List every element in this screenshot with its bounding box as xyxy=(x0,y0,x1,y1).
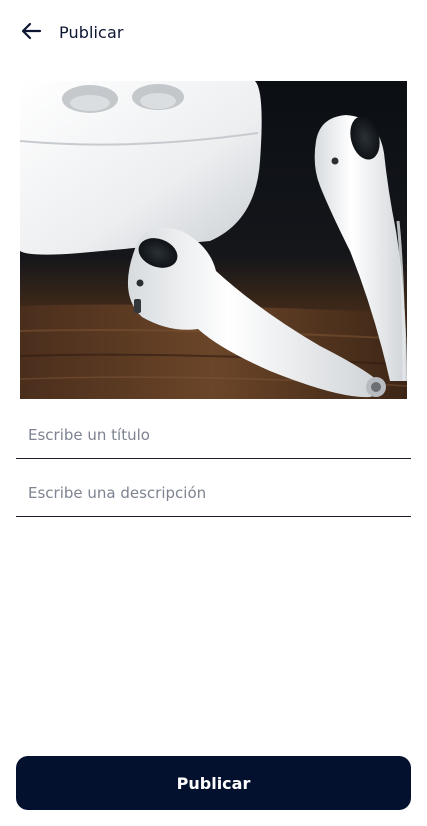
title-input[interactable] xyxy=(28,426,398,444)
description-input[interactable] xyxy=(28,484,398,502)
description-field[interactable] xyxy=(16,472,411,517)
product-image[interactable] xyxy=(20,81,407,399)
title-field[interactable] xyxy=(16,414,411,459)
page-title: Publicar xyxy=(59,23,124,42)
arrow-left-icon xyxy=(20,22,42,44)
app-header: Publicar xyxy=(0,0,427,66)
back-button[interactable] xyxy=(14,18,48,48)
publish-button[interactable]: Publicar xyxy=(16,756,411,810)
